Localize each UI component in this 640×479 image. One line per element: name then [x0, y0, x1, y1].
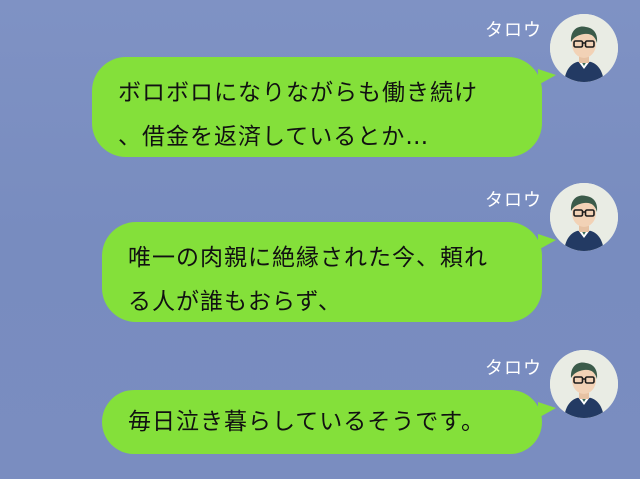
avatar-icon[interactable] — [550, 350, 618, 418]
sender-name: タロウ — [485, 20, 542, 41]
message-line: 毎日泣き暮らしているそうです。 — [128, 409, 486, 435]
avatar-icon[interactable] — [550, 183, 618, 251]
bubble-tail — [538, 402, 556, 418]
chat-area: タロウ ボロボロになりながらも働き続け 、借金を返済しているとか… タロウ 唯一… — [0, 0, 640, 479]
message-bubble[interactable]: ボロボロになりながらも働き続け 、借金を返済しているとか… — [92, 57, 556, 157]
sender-name: タロウ — [485, 190, 542, 211]
bubble-tail — [538, 69, 556, 85]
avatar-icon[interactable] — [550, 14, 618, 82]
bubble-tail — [538, 234, 556, 250]
message-line: る人が誰もおらず、 — [128, 289, 342, 315]
message-bubble[interactable]: 唯一の肉親に絶縁された今、頼れ る人が誰もおらず、 — [102, 222, 556, 322]
message-line: 、借金を返済しているとか… — [118, 124, 430, 150]
message-line: 唯一の肉親に絶縁された今、頼れ — [128, 245, 488, 271]
message-bubble[interactable]: 毎日泣き暮らしているそうです。 — [102, 390, 556, 454]
message-line: ボロボロになりながらも働き続け — [118, 80, 478, 106]
sender-name: タロウ — [485, 358, 542, 379]
